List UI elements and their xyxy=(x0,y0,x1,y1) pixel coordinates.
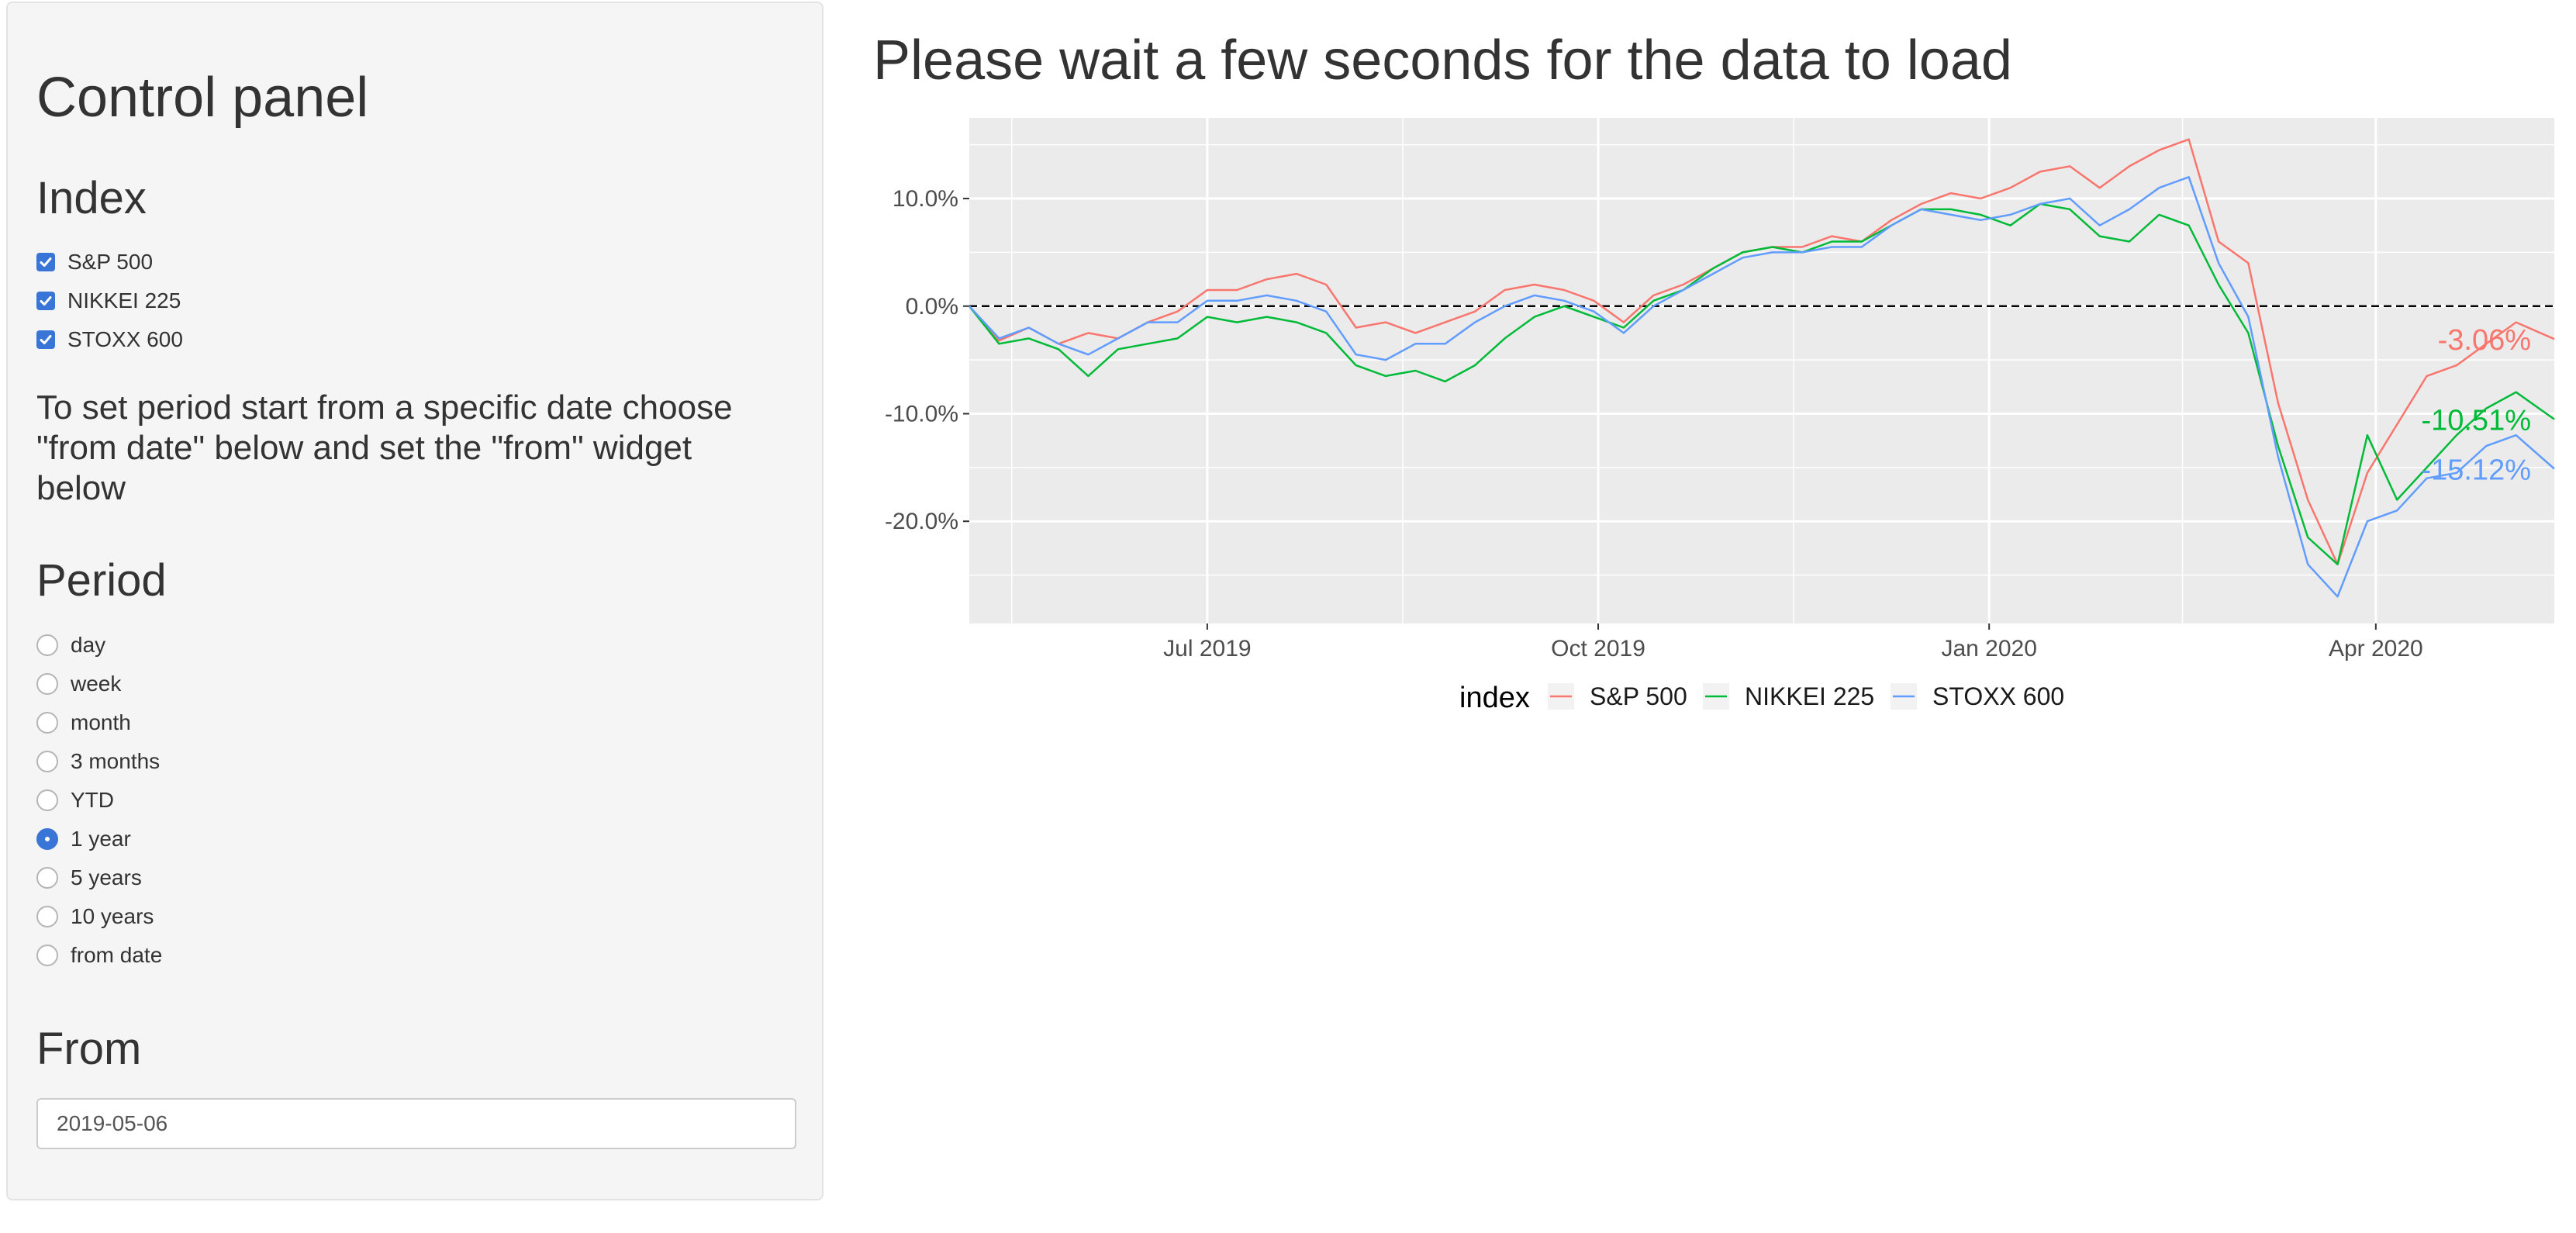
y-tick-label: 10.0% xyxy=(893,186,958,212)
series-end-label: -10.51% xyxy=(2421,405,2531,437)
y-tick-label: -20.0% xyxy=(885,509,958,534)
y-tick-label: 0.0% xyxy=(906,294,958,319)
legend-label: S&P 500 xyxy=(1590,682,1687,710)
returns-chart: 10.0% 0.0% -10.0% -20.0% Jul 2019 Oct 2019 Jan… xyxy=(885,118,2555,714)
x-tick-label: Jul 2019 xyxy=(1163,636,1251,661)
legend-title: index xyxy=(1459,682,1530,714)
x-tick-label: Jan 2020 xyxy=(1941,636,2036,661)
x-tick-label: Oct 2019 xyxy=(1551,636,1645,661)
app-page: Control panel Index S&P 500 NIKKEI 225 S… xyxy=(0,0,2576,1233)
x-tick-label: Apr 2020 xyxy=(2329,636,2423,661)
legend-label: NIKKEI 225 xyxy=(1745,682,1874,710)
series-end-label: -15.12% xyxy=(2421,454,2531,487)
legend-label: STOXX 600 xyxy=(1932,682,2064,710)
series-end-label: -3.06% xyxy=(2438,324,2531,357)
y-tick-label: -10.0% xyxy=(885,401,958,427)
